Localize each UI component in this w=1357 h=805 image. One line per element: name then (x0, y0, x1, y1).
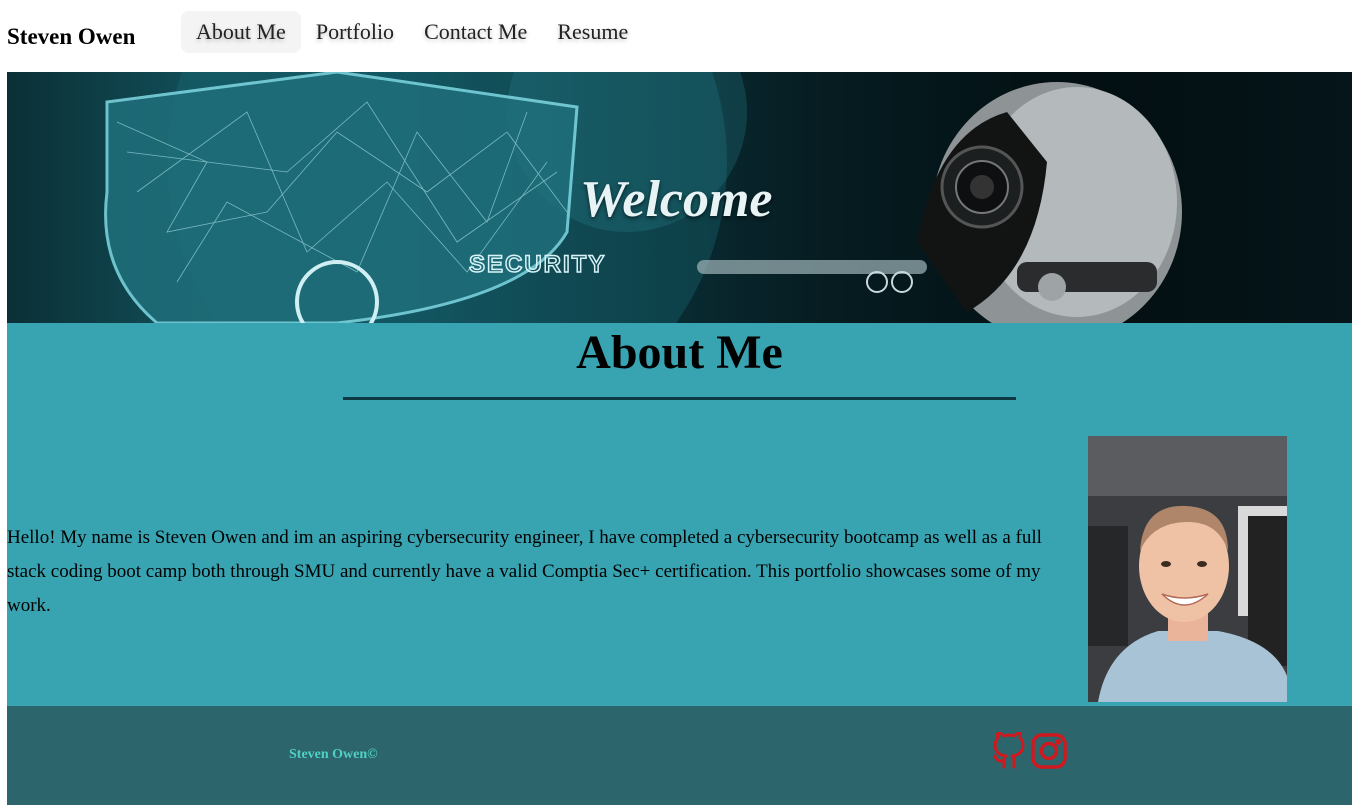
nav-link-resume[interactable]: Resume (542, 11, 643, 53)
profile-photo (1088, 436, 1287, 702)
page: Steven Owen About Me Portfolio Contact M… (7, 0, 1352, 805)
about-title: About Me (576, 326, 783, 379)
social-links (991, 731, 1067, 770)
site-brand[interactable]: Steven Owen (7, 24, 135, 50)
nav-link-portfolio[interactable]: Portfolio (301, 11, 409, 53)
about-divider (343, 397, 1016, 400)
nav-link-about-me[interactable]: About Me (181, 11, 301, 53)
about-section: About Me Hello! My name is Steven Owen a… (7, 323, 1352, 706)
footer: Steven Owen© (7, 706, 1352, 805)
navbar: Steven Owen About Me Portfolio Contact M… (7, 0, 1352, 72)
instagram-icon[interactable] (1031, 732, 1067, 770)
hero-banner: SECURITY Welcome (7, 72, 1352, 323)
svg-text:SECURITY: SECURITY (469, 251, 606, 278)
hero-title: Welcome (580, 171, 773, 228)
nav-links: About Me Portfolio Contact Me Resume (181, 11, 643, 53)
nav-link-contact-me[interactable]: Contact Me (409, 11, 542, 53)
footer-copyright: Steven Owen© (289, 747, 378, 762)
about-paragraph: Hello! My name is Steven Owen and im an … (7, 527, 1042, 616)
github-icon[interactable] (991, 731, 1027, 770)
